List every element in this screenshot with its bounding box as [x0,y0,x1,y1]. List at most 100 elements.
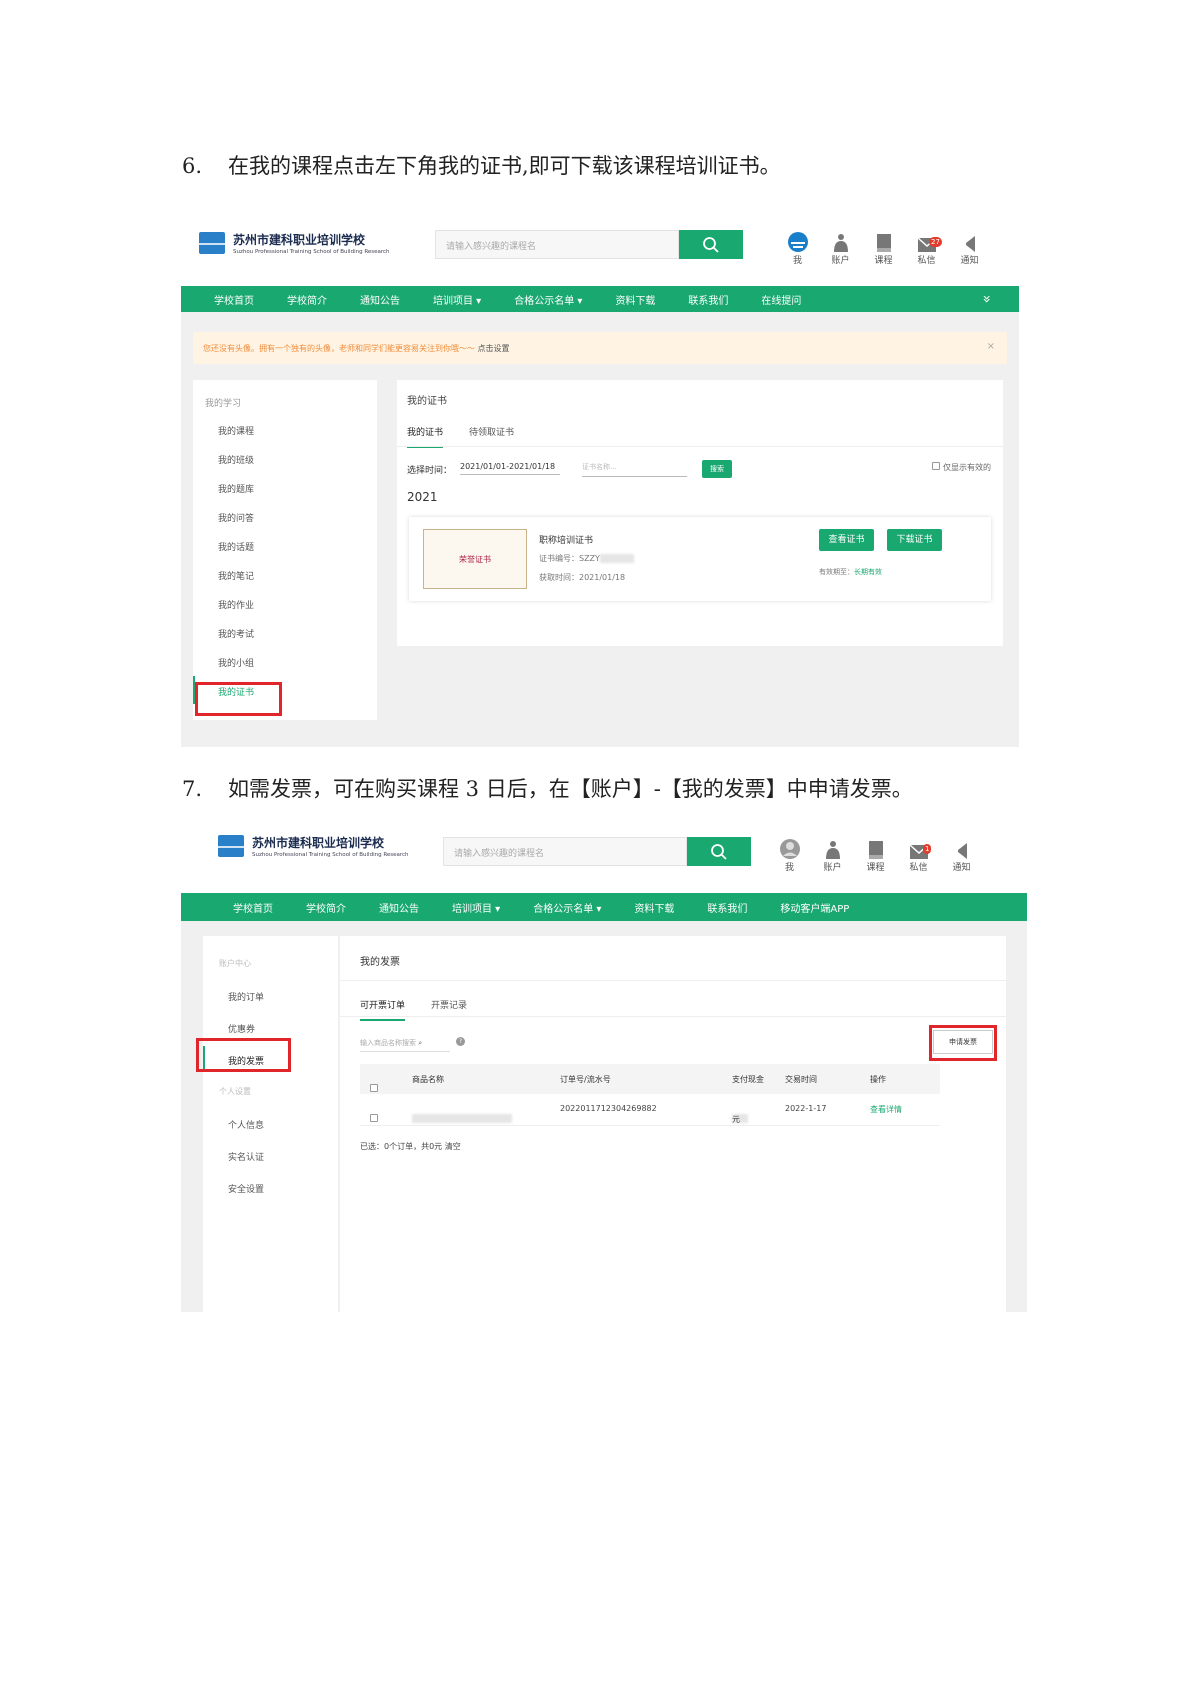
toolbar-notice[interactable]: 通知 [940,834,983,873]
sidebar-item-profile[interactable]: 个人信息 [228,1118,264,1131]
title-divider [340,980,1006,981]
validity-label: 有效期至： [819,568,854,576]
checkbox[interactable] [370,1084,378,1092]
sidebar-item-qa[interactable]: 我的问答 [218,511,254,524]
nav-qualified-list[interactable]: 合格公示名单 ▾ [514,292,582,307]
site-header: 苏州市建科职业培训学校 Suzhou Professional Training… [181,829,1027,893]
school-logo[interactable]: 苏州市建科职业培训学校 Suzhou Professional Training… [218,834,409,858]
redacted-value [599,554,634,563]
alert-set-link[interactable]: 点击设置 [478,344,510,353]
checkbox[interactable] [932,462,941,470]
sidebar-item-verification[interactable]: 实名认证 [228,1150,264,1163]
tab-invoice-records[interactable]: 开票记录 [431,998,467,1021]
school-name-en: Suzhou Professional Training School of B… [233,249,390,255]
highlight-box [929,1025,997,1061]
toolbar-me[interactable]: 我 [768,834,811,873]
sidebar-item-courses[interactable]: 我的课程 [218,424,254,437]
nav-contact[interactable]: 联系我们 [688,292,728,307]
toolbar-account[interactable]: 账户 [811,834,854,873]
table-row: 2022011712304269882 元 2022-1-17 查看详情 [360,1094,940,1126]
certificate-number-text: 证书编号：SZZY [539,554,600,563]
toolbar-label: 账户 [831,256,850,266]
redacted-value [412,1114,512,1123]
school-name-en: Suzhou Professional Training School of B… [252,852,409,858]
toolbar-label: 账户 [823,863,842,873]
nav-qualified-list[interactable]: 合格公示名单 ▾ [533,900,601,915]
nav-downloads[interactable]: 资料下载 [634,900,674,915]
sidebar-item-groups[interactable]: 我的小组 [218,656,254,669]
search-icon[interactable]: ⌕ [418,1039,422,1047]
sidebar-item-topics[interactable]: 我的话题 [218,540,254,553]
tab-pending-certificates[interactable]: 待领取证书 [469,425,514,448]
nav-training[interactable]: 培训项目 ▾ [433,292,481,307]
nav-notices[interactable]: 通知公告 [360,292,400,307]
sidebar-item-security[interactable]: 安全设置 [228,1182,264,1195]
row-view-details-link[interactable]: 查看详情 [870,1104,902,1115]
sidebar-item-question-bank[interactable]: 我的题库 [218,482,254,495]
step-number: 7. [182,777,203,801]
tab-divider [340,1016,1006,1017]
search-button[interactable]: 搜索 [702,460,732,478]
checkbox[interactable] [370,1114,378,1122]
nav-about[interactable]: 学校简介 [287,292,327,307]
toolbar-account[interactable]: 账户 [819,227,862,266]
learning-sidebar: 我的学习 我的课程 我的班级 我的题库 我的问答 我的话题 我的笔记 我的作业 … [193,380,377,720]
nav-online-question[interactable]: 在线提问 [761,292,801,307]
toolbar-label: 通知 [960,256,979,266]
selection-summary: 已选：0个订单，共0元 清空 [360,1142,461,1151]
invoice-screenshot: 苏州市建科职业培训学校 Suzhou Professional Training… [181,829,1027,1312]
download-certificate-button[interactable]: 下载证书 [887,529,942,551]
product-search-input[interactable]: 输入商品名称搜索 ⌕ [360,1038,450,1052]
tab-invoiceable-orders[interactable]: 可开票订单 [360,998,406,1021]
content-area: 账户中心 我的订单 优惠券 我的发票 个人设置 个人信息 实名认证 安全设置 我… [181,921,1027,1312]
chevron-double-down-icon[interactable]: » [979,295,995,304]
nav-mobile-app[interactable]: 移动客户端APP [780,900,849,915]
nav-notices[interactable]: 通知公告 [379,900,419,915]
help-icon[interactable]: ? [456,1037,465,1046]
product-search-placeholder: 输入商品名称搜索 [360,1039,416,1047]
toolbar-course[interactable]: 课程 [862,227,905,266]
toolbar-label: 课程 [866,863,885,873]
tab-divider [397,446,1003,447]
nav-downloads[interactable]: 资料下载 [615,292,655,307]
view-certificate-button[interactable]: 查看证书 [819,529,874,551]
search-button[interactable] [687,837,751,866]
invoice-panel: 我的发票 可开票订单 开票记录 输入商品名称搜索 ⌕ ? 申请发票 商品名称 订… [340,936,1006,1312]
account-sidebar: 账户中心 我的订单 优惠券 我的发票 个人设置 个人信息 实名认证 安全设置 [203,936,339,1312]
certificate-name: 职称培训证书 [539,536,594,546]
row-order-no: 2022011712304269882 [560,1104,657,1113]
nav-about[interactable]: 学校简介 [306,900,346,915]
only-valid-toggle[interactable]: 仅显示有效的 [932,462,991,473]
filter-label: 选择时间： [407,466,453,476]
tab-my-certificates[interactable]: 我的证书 [407,425,444,448]
toolbar-messages[interactable]: 27 私信 [905,227,948,266]
search-input[interactable]: 请输入感兴趣的课程名 [443,837,687,866]
sidebar-item-notes[interactable]: 我的笔记 [218,569,254,582]
school-logo[interactable]: 苏州市建科职业培训学校 Suzhou Professional Training… [199,231,390,255]
step-text: 在我的课程点击左下角我的证书,即可下载该课程培训证书。 [228,154,781,178]
search-button[interactable] [679,230,743,259]
nav-contact[interactable]: 联系我们 [707,900,747,915]
sidebar-item-coupons[interactable]: 优惠券 [228,1022,255,1035]
panel-title: 我的证书 [407,396,447,407]
date-range-input[interactable]: 2021/01/01-2021/01/18 [460,462,560,475]
certificate-number: 证书编号：SZZY [539,553,634,564]
certificate-thumbnail[interactable]: 荣誉证书 [423,529,527,589]
nav-home[interactable]: 学校首页 [233,900,273,915]
close-icon[interactable]: × [987,341,995,352]
cert-name-input[interactable]: 证书名称... [582,462,687,477]
certificate-panel: 我的证书 我的证书 待领取证书 选择时间： 2021/01/01-2021/01… [397,380,1003,646]
nav-home[interactable]: 学校首页 [214,292,254,307]
nav-training[interactable]: 培训项目 ▾ [452,900,500,915]
header-action: 操作 [870,1075,886,1084]
sidebar-item-classes[interactable]: 我的班级 [218,453,254,466]
sidebar-item-exams[interactable]: 我的考试 [218,627,254,640]
toolbar-me[interactable]: 我 [776,227,819,266]
sidebar-item-homework[interactable]: 我的作业 [218,598,254,611]
toolbar-label: 私信 [909,863,928,873]
search-input[interactable]: 请输入感兴趣的课程名 [435,230,679,259]
toolbar-course[interactable]: 课程 [854,834,897,873]
toolbar-messages[interactable]: 1 私信 [897,834,940,873]
sidebar-item-orders[interactable]: 我的订单 [228,990,264,1003]
toolbar-notice[interactable]: 通知 [948,227,991,266]
